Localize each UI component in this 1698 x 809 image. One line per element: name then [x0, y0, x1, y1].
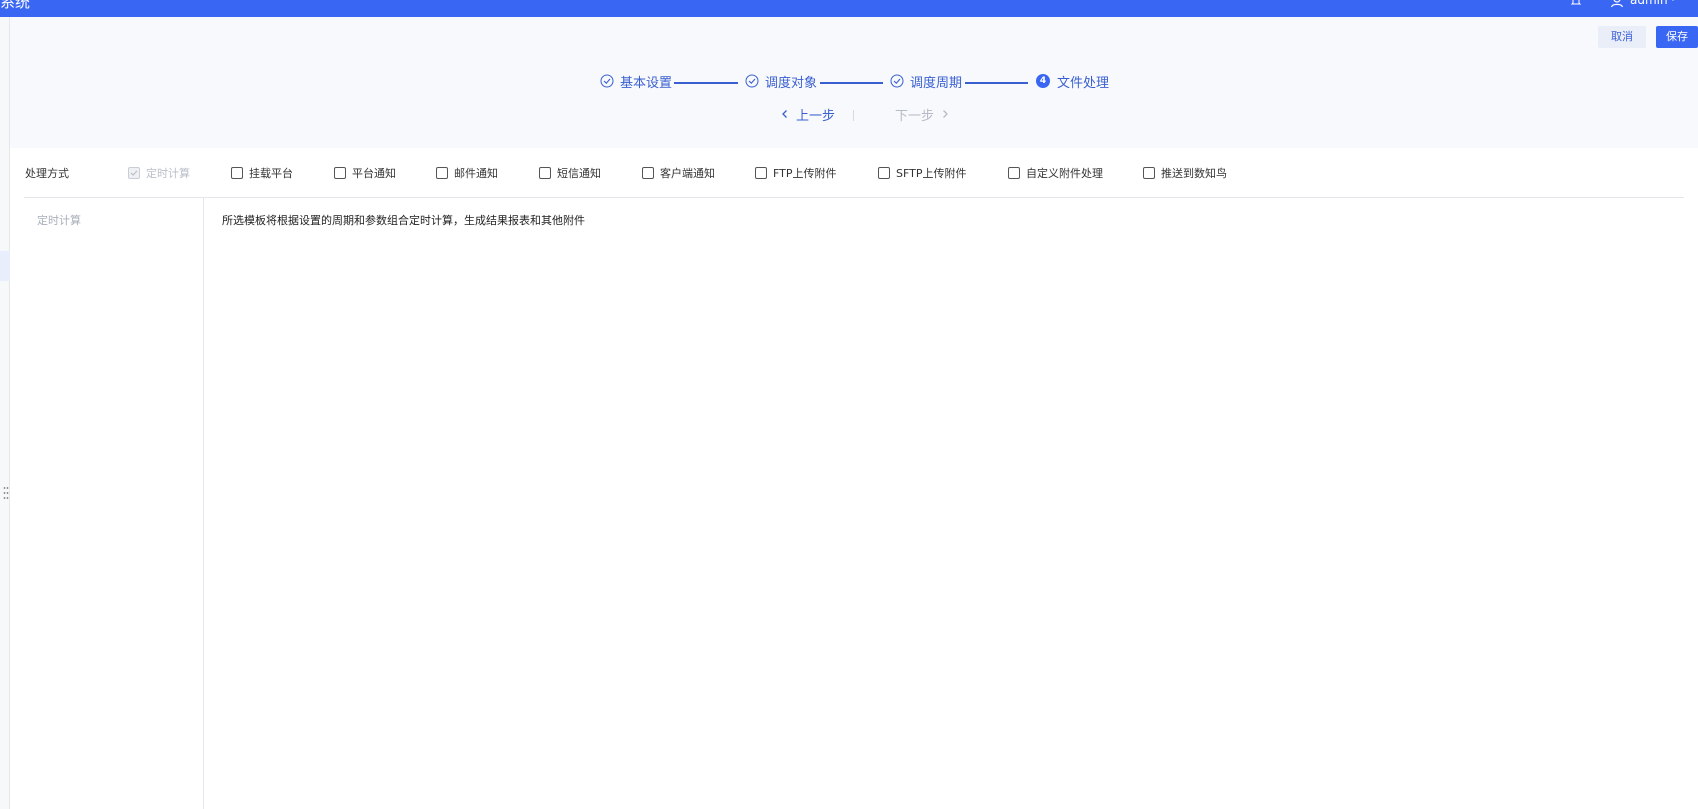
chevron-left-icon — [782, 110, 787, 118]
option-label: 客户端通知 — [660, 167, 715, 180]
save-button[interactable]: 保存 — [1656, 26, 1698, 48]
prev-step-label: 上一步 — [796, 108, 836, 124]
checkbox[interactable] — [334, 167, 346, 179]
next-step-label: 下一步 — [895, 108, 935, 124]
option-label: 邮件通知 — [454, 167, 498, 180]
option-client-notify[interactable]: 客户端通知 — [642, 165, 715, 181]
option-label: 推送到数知鸟 — [1161, 167, 1227, 180]
checkbox-checked-icon — [128, 167, 140, 179]
wizard-header: 取消 保存 基本设置 调度对象 调度周期 4 文件处理 上一步 下一步 — [10, 17, 1698, 148]
processing-options: 处理方式 定时计算 挂载平台 平台通知 邮件通知 短信通知 客户端通知 FTP上… — [10, 148, 1698, 197]
option-label: 定时计算 — [146, 167, 190, 180]
checkbox[interactable] — [642, 167, 654, 179]
nav-divider — [853, 110, 854, 121]
step-label: 基本设置 — [620, 75, 673, 91]
bell-icon[interactable] — [1570, 0, 1582, 7]
drag-handle-icon[interactable] — [3, 486, 9, 500]
user-name[interactable]: admin — [1630, 0, 1668, 8]
option-label: SFTP上传附件 — [896, 167, 967, 180]
checkbox[interactable] — [878, 167, 890, 179]
checkbox[interactable] — [755, 167, 767, 179]
cancel-button[interactable]: 取消 — [1598, 26, 1646, 48]
option-sms-notify[interactable]: 短信通知 — [539, 165, 601, 181]
option-custom-attachment[interactable]: 自定义附件处理 — [1008, 165, 1103, 181]
option-label: 挂载平台 — [249, 167, 293, 180]
option-label: 平台通知 — [352, 167, 396, 180]
checkbox[interactable] — [539, 167, 551, 179]
option-mount-platform[interactable]: 挂载平台 — [231, 165, 293, 181]
processing-list: 定时计算 — [24, 198, 204, 809]
option-ftp-upload[interactable]: FTP上传附件 — [755, 165, 837, 181]
check-circle-icon — [600, 74, 614, 88]
app-title: 系统 — [0, 0, 31, 11]
check-circle-icon — [745, 74, 759, 88]
next-step-button[interactable]: 下一步 — [895, 104, 950, 124]
checkbox[interactable] — [1008, 167, 1020, 179]
checkbox[interactable] — [231, 167, 243, 179]
list-item[interactable]: 定时计算 — [37, 212, 81, 228]
option-label: 短信通知 — [557, 167, 601, 180]
step-label: 文件处理 — [1057, 75, 1110, 91]
options-label: 处理方式 — [25, 167, 69, 180]
checkbox[interactable] — [1143, 167, 1155, 179]
option-push-shuzhiniao[interactable]: 推送到数知鸟 — [1143, 165, 1227, 181]
option-scheduled-calc[interactable]: 定时计算 — [128, 165, 190, 181]
option-sftp-upload[interactable]: SFTP上传附件 — [878, 165, 966, 181]
step-label: 调度周期 — [910, 75, 963, 91]
option-label: FTP上传附件 — [773, 167, 837, 180]
option-platform-notify[interactable]: 平台通知 — [334, 165, 396, 181]
step-connector — [965, 82, 1028, 84]
user-icon[interactable] — [1610, 0, 1624, 8]
section-divider — [24, 197, 1684, 198]
checkbox[interactable] — [436, 167, 448, 179]
step-basic-settings[interactable]: 基本设置 — [600, 71, 672, 91]
left-rail — [0, 17, 10, 809]
description-text: 所选模板将根据设置的周期和参数组合定时计算，生成结果报表和其他附件 — [222, 214, 585, 227]
rail-active-indicator[interactable] — [0, 251, 10, 281]
chevron-down-icon[interactable] — [1668, 0, 1678, 4]
chevron-right-icon — [943, 110, 948, 118]
step-scheduled-objects[interactable]: 调度对象 — [745, 71, 817, 91]
top-bar: 系统 admin — [0, 0, 1698, 17]
prev-step-button[interactable]: 上一步 — [780, 104, 835, 124]
step-label: 调度对象 — [765, 75, 818, 91]
option-label: 自定义附件处理 — [1026, 167, 1103, 180]
step-connector — [820, 82, 883, 84]
step-number-badge: 4 — [1036, 74, 1050, 88]
check-circle-icon — [890, 74, 904, 88]
step-file-processing[interactable]: 4 文件处理 — [1036, 71, 1109, 91]
option-email-notify[interactable]: 邮件通知 — [436, 165, 498, 181]
step-schedule-period[interactable]: 调度周期 — [890, 71, 962, 91]
step-connector — [674, 82, 738, 84]
